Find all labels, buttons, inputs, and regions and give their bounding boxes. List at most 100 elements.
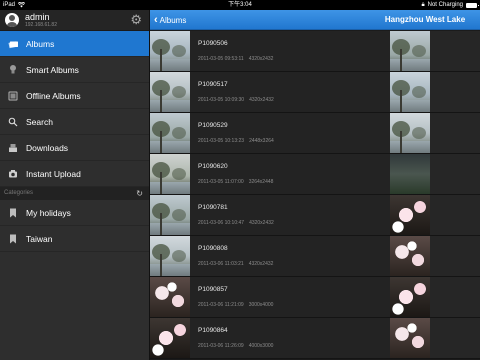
gear-icon[interactable]: ⚙︎ xyxy=(130,13,142,27)
sidebar-item-albums[interactable]: Albums xyxy=(0,31,149,57)
photo-filename: P1090517 xyxy=(198,81,228,88)
profile-username: admin xyxy=(25,12,50,22)
photo-thumbnail xyxy=(150,72,190,112)
photo-filename: P1090857 xyxy=(198,286,228,293)
photo-item[interactable]: P1090864 2011-03-06 11:26:09 4000x3000 xyxy=(150,318,390,358)
status-bar: iPad 下午3:04 🔒︎ Not Charging xyxy=(0,0,480,10)
sidebar-item-search[interactable]: Search xyxy=(0,109,149,135)
photo-meta: 2011-03-06 11:26:09 4000x3000 xyxy=(198,343,273,349)
photo-date: 2011-03-06 10:10:47 xyxy=(198,220,245,226)
downloads-icon xyxy=(7,142,19,154)
photo-date: 2011-03-06 11:21:09 xyxy=(198,302,244,308)
photo-dimensions: 3000x4000 xyxy=(248,302,274,308)
photo-thumbnail xyxy=(390,318,430,358)
sidebar-item-label: Instant Upload xyxy=(26,168,81,179)
photo-thumbnail xyxy=(390,236,430,276)
photo-thumbnail xyxy=(390,72,430,112)
bookmark-icon xyxy=(7,207,19,219)
photo-item[interactable]: P1090529 2011-03-05 10:13:23 2448x3264 xyxy=(150,113,390,153)
photo-thumbnail xyxy=(150,236,190,276)
categories-header: Categories ↻ xyxy=(0,187,149,200)
offline-icon xyxy=(7,90,19,102)
lightbulb-icon xyxy=(7,64,19,76)
photo-date: 2011-03-05 10:13:23 xyxy=(198,138,245,144)
photo-date: 2011-03-05 09:53:11 xyxy=(198,56,244,62)
photo-date: 2011-03-06 11:26:09 xyxy=(198,343,244,349)
lock-rotation-icon: 🔒︎ xyxy=(421,2,425,8)
photo-item[interactable]: P1090620 2011-03-05 11:07:00 3264x2448 xyxy=(150,154,390,194)
photo-item[interactable]: P1090517 2011-03-05 10:09:30 4320x2432 xyxy=(150,72,390,112)
bookmark-icon xyxy=(7,233,19,245)
photo-thumbnail xyxy=(390,31,430,71)
sidebar-item-label: Offline Albums xyxy=(26,90,81,101)
photo-thumbnail xyxy=(390,195,430,235)
sidebar-item-downloads[interactable]: Downloads xyxy=(0,135,149,161)
photo-item[interactable]: P11003722011-03-07 15 xyxy=(390,318,480,358)
photo-list[interactable]: P1090506 2011-03-05 09:53:11 4320x2432 P109… xyxy=(150,31,480,360)
photo-filename: P1090781 xyxy=(198,204,228,211)
status-time: 下午3:04 xyxy=(228,2,252,8)
sidebar-item-smart-albums[interactable]: Smart Albums xyxy=(0,57,149,83)
photo-date: 2011-03-05 11:07:00 xyxy=(198,179,244,185)
photo-thumbnail xyxy=(390,113,430,153)
photo-row: P10905062011-03-05 09:53:114320x2432P109… xyxy=(150,31,480,72)
profile-header: admin 192.168.61.82 ⚙︎ xyxy=(0,10,149,31)
photo-item[interactable]: P10908622011-03-06 11:2 xyxy=(390,277,480,317)
profile-ip: 192.168.61.82 xyxy=(25,22,57,28)
photo-row: P10906202011-03-05 11:07:003264x2448P109… xyxy=(150,154,480,195)
photo-dimensions: 4000x3000 xyxy=(248,343,274,349)
photo-thumbnail xyxy=(150,154,190,194)
photo-filename: P1090808 xyxy=(198,245,228,252)
photo-meta: 2011-03-05 10:13:23 2448x3264 xyxy=(198,138,274,144)
photo-row: P1090864 2011-03-06 11:26:09 4000x3000 P110… xyxy=(150,318,480,359)
back-button-label: Albums xyxy=(159,15,187,25)
photo-filename: P1090864 xyxy=(198,327,228,334)
photo-dimensions: 4320x2432 xyxy=(249,220,274,226)
sidebar-item-instant-upload[interactable]: Instant Upload xyxy=(0,161,149,187)
photo-item[interactable]: P1090506 2011-03-05 09:53:11 4320x2432 xyxy=(150,31,390,71)
photo-meta: 2011-03-06 11:21:09 3000x4000 xyxy=(198,302,273,308)
photo-item[interactable]: P1090781 2011-03-06 10:10:47 4320x2432 xyxy=(150,195,390,235)
photo-thumbnail xyxy=(390,277,430,317)
photo-thumbnail xyxy=(150,31,190,71)
photo-row: P10905292011-03-05 10:13:232448x3264P109… xyxy=(150,113,480,154)
photo-item[interactable]: P10905092011-03-05 09:5 xyxy=(390,31,480,71)
sidebar-item-label: Taiwan xyxy=(26,233,53,244)
chevron-left-icon: ‹ xyxy=(154,13,158,26)
photo-thumbnail xyxy=(150,318,190,358)
photo-dimensions: 4320x2432 xyxy=(248,56,274,62)
back-button[interactable]: ‹ Albums xyxy=(154,13,186,27)
photo-item[interactable]: P1090808 2011-03-06 11:03:21 4320x2432 xyxy=(150,236,390,276)
sidebar-item-taiwan[interactable]: Taiwan xyxy=(0,226,149,252)
sidebar-item-label: My holidays xyxy=(26,207,71,218)
status-right: 🔒︎ Not Charging xyxy=(421,0,479,10)
sidebar-item-label: Smart Albums xyxy=(26,64,79,75)
sidebar-item-label: Albums xyxy=(26,38,55,49)
photo-dimensions: 4320x2432 xyxy=(249,97,274,103)
photo-row: P10907812011-03-06 10:10:474320x2432P109… xyxy=(150,195,480,236)
categories-header-label: Categories xyxy=(4,190,34,196)
photo-filename: P1090620 xyxy=(198,163,228,170)
photo-filename: P1090529 xyxy=(198,122,228,129)
page-title: Hangzhou West Lake xyxy=(384,15,466,24)
photo-thumbnail xyxy=(150,113,190,153)
sidebar-item-offline-albums[interactable]: Offline Albums xyxy=(0,83,149,109)
photo-item[interactable]: P10905372011-03-05 10:1 xyxy=(390,113,480,153)
photo-item[interactable]: P10908552011-03-06 11:2 xyxy=(390,236,480,276)
photo-row: P10908572011-03-06 11:21:093000x4000P109… xyxy=(150,277,480,318)
nav-bar: ‹ Albums Hangzhou West Lake xyxy=(150,10,480,30)
upload-icon xyxy=(7,168,19,180)
battery-icon xyxy=(466,2,479,8)
sidebar: admin 192.168.61.82 ⚙︎ Albums Smart Albu… xyxy=(0,10,150,360)
refresh-icon[interactable]: ↻ xyxy=(136,187,143,200)
photo-row: P10905172011-03-05 10:09:304320x2432P109… xyxy=(150,72,480,113)
sidebar-item-my-holidays[interactable]: My holidays xyxy=(0,200,149,226)
photo-item[interactable]: P1090857 2011-03-06 11:21:09 3000x4000 xyxy=(150,277,390,317)
photo-meta: 2011-03-06 10:10:47 4320x2432 xyxy=(198,220,274,226)
photo-item[interactable]: P10908012011-03-06 10:4 xyxy=(390,195,480,235)
photo-dimensions: 3264x2448 xyxy=(248,179,274,185)
photo-item[interactable]: P10905202011-03-05 10:1 xyxy=(390,72,480,112)
avatar[interactable] xyxy=(5,13,19,27)
charging-status: Not Charging xyxy=(427,2,463,8)
photo-item[interactable]: P10907002011-03-05 20:1 xyxy=(390,154,480,194)
